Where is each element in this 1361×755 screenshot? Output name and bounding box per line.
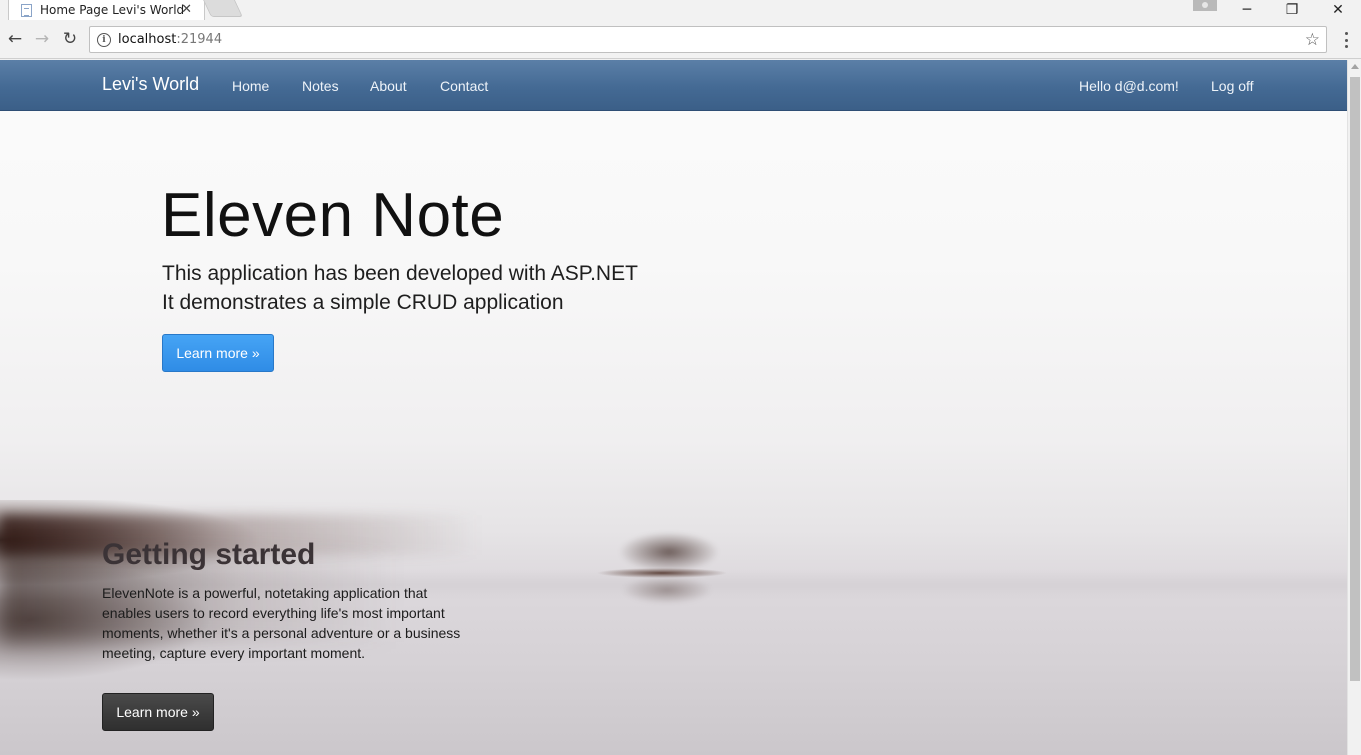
reload-icon: ↻ <box>62 29 78 49</box>
logoff-link[interactable]: Log off <box>1211 78 1254 94</box>
three-dots-icon[interactable] <box>1336 30 1356 50</box>
address-bar[interactable]: i localhost:21944 ☆ <box>89 26 1327 53</box>
browser-toolbar: ← → ↻ i localhost:21944 ☆ <box>0 20 1361 59</box>
info-icon[interactable]: i <box>97 32 111 47</box>
browser-tab-active[interactable]: Home Page Levi's World ✕ <box>8 0 205 20</box>
getting-started-learn-more-button[interactable]: Learn more » <box>102 693 214 731</box>
page-favicon-icon <box>21 3 32 17</box>
star-icon[interactable]: ☆ <box>1305 30 1320 50</box>
profile-avatar-icon[interactable] <box>1193 0 1217 11</box>
close-window-button[interactable]: ✕ <box>1318 0 1358 20</box>
url-host: localhost <box>118 32 177 47</box>
nav-link-notes[interactable]: Notes <box>302 78 339 94</box>
island-image <box>597 530 727 608</box>
site-navbar: Levi's World Home Notes About Contact He… <box>0 60 1347 111</box>
tab-strip: Home Page Levi's World ✕ ─ ❐ ✕ <box>0 0 1361 20</box>
scroll-up-arrow-icon[interactable] <box>1351 64 1359 69</box>
hero-description-line-1: This application has been developed with… <box>162 262 638 285</box>
arrow-right-icon: → <box>34 29 50 49</box>
getting-started-text: ElevenNote is a powerful, notetaking app… <box>102 585 461 661</box>
new-tab-button[interactable] <box>203 0 243 17</box>
nav-link-contact[interactable]: Contact <box>440 78 488 94</box>
getting-started-heading: Getting started <box>102 538 316 571</box>
scrollbar-thumb[interactable] <box>1350 77 1360 681</box>
tab-close-icon[interactable]: ✕ <box>181 2 192 17</box>
back-button[interactable]: ← <box>4 28 26 50</box>
tab-title: Home Page Levi's World <box>40 3 185 17</box>
navbar-brand[interactable]: Levi's World <box>102 74 199 95</box>
nav-link-home[interactable]: Home <box>232 78 269 94</box>
reload-button[interactable]: ↻ <box>59 28 81 50</box>
minimize-window-button[interactable]: ─ <box>1227 0 1267 20</box>
forward-button[interactable]: → <box>31 28 53 50</box>
page-title: Eleven Note <box>161 181 505 250</box>
hero-learn-more-button[interactable]: Learn more » <box>162 334 274 372</box>
restore-window-button[interactable]: ❐ <box>1272 0 1312 20</box>
hero-description-line-2: It demonstrates a simple CRUD applicatio… <box>162 291 564 314</box>
arrow-left-icon: ← <box>7 29 23 49</box>
page-scrollbar[interactable] <box>1347 60 1361 755</box>
url-port: :21944 <box>176 32 223 47</box>
user-greeting-link[interactable]: Hello d@d.com! <box>1079 78 1179 94</box>
nav-link-about[interactable]: About <box>370 78 407 94</box>
page-viewport: Levi's World Home Notes About Contact He… <box>0 60 1347 755</box>
